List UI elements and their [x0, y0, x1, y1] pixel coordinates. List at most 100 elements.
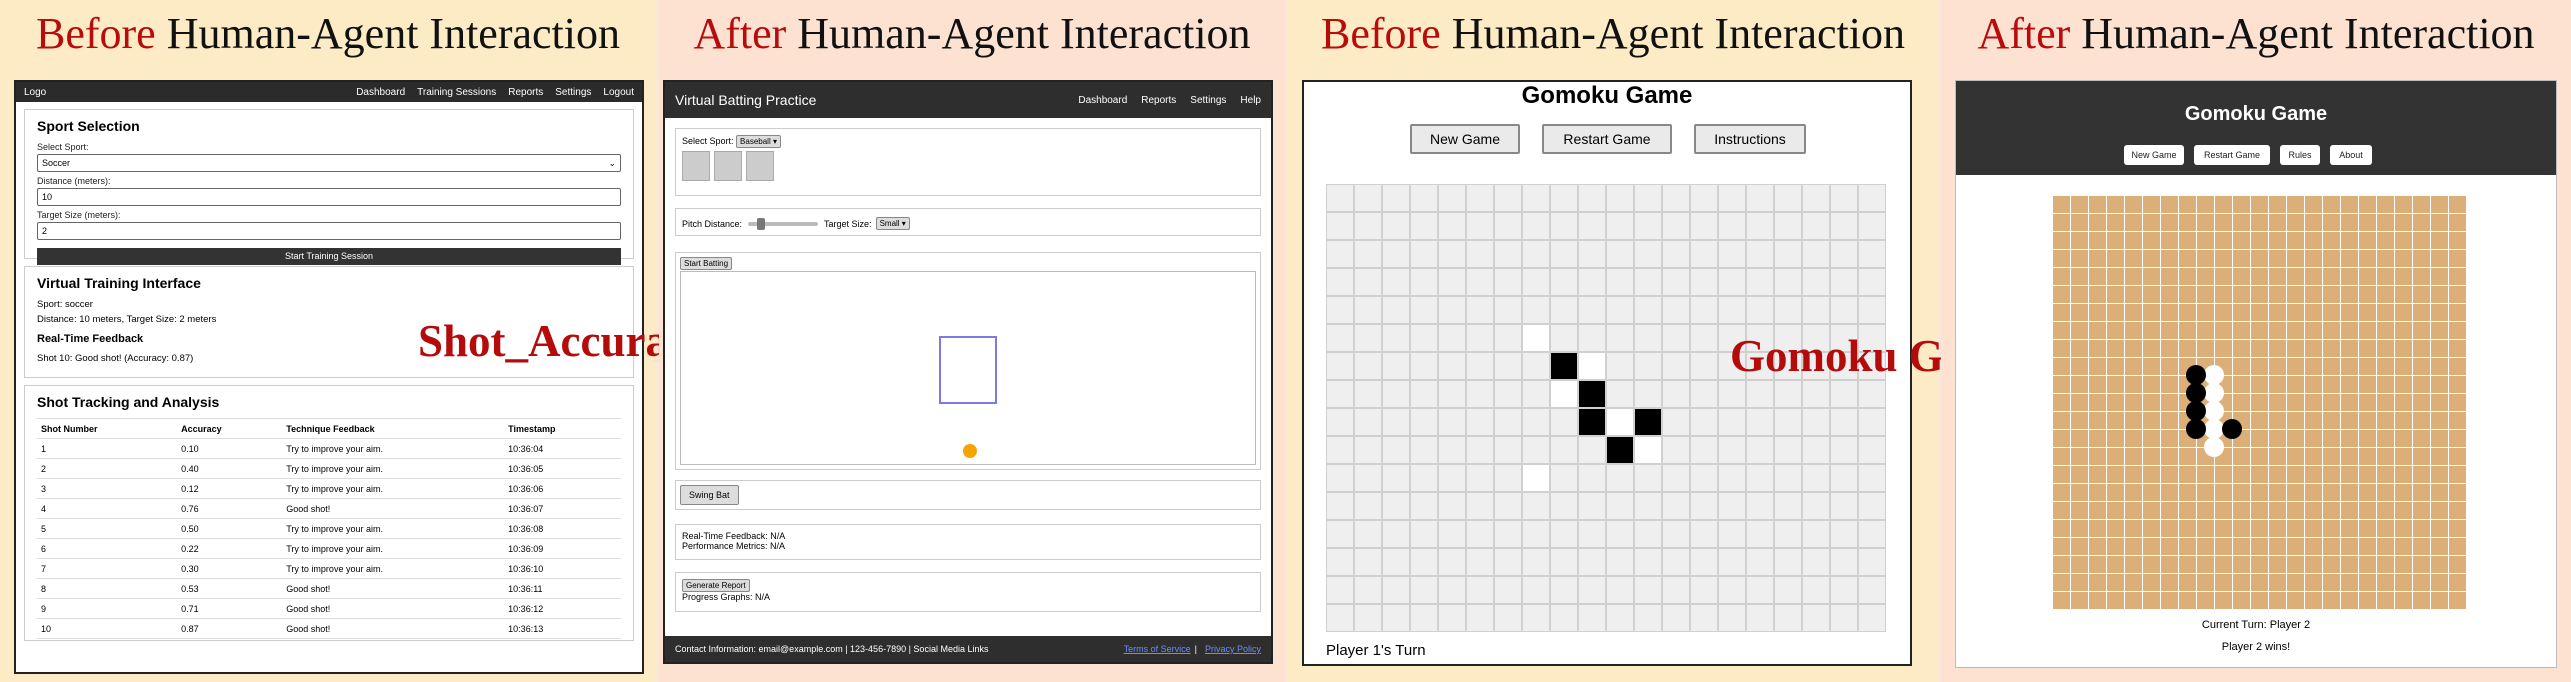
board-cell[interactable]: [1858, 576, 1886, 604]
board-cell[interactable]: [1550, 604, 1578, 632]
board-cell[interactable]: [1326, 184, 1354, 212]
board-cell[interactable]: [1550, 576, 1578, 604]
board-cell[interactable]: [1382, 492, 1410, 520]
board-cell[interactable]: [1466, 408, 1494, 436]
board-cell[interactable]: [1382, 380, 1410, 408]
black-stone[interactable]: [1634, 408, 1662, 436]
board-cell[interactable]: [1774, 492, 1802, 520]
board-cell[interactable]: [1354, 240, 1382, 268]
board-cell[interactable]: [1830, 408, 1858, 436]
board-cell[interactable]: [1634, 380, 1662, 408]
white-stone[interactable]: [1606, 408, 1634, 436]
distance-input[interactable]: 10: [37, 188, 621, 206]
board-cell[interactable]: [1550, 240, 1578, 268]
board-cell[interactable]: [1830, 576, 1858, 604]
board-cell[interactable]: [1690, 576, 1718, 604]
black-stone[interactable]: [1606, 436, 1634, 464]
board-cell[interactable]: [1690, 436, 1718, 464]
board-cell[interactable]: [1578, 268, 1606, 296]
board-cell[interactable]: [1382, 240, 1410, 268]
board-cell[interactable]: [1830, 268, 1858, 296]
board-cell[interactable]: [1550, 184, 1578, 212]
board-cell[interactable]: [1746, 408, 1774, 436]
white-stone[interactable]: [1550, 380, 1578, 408]
nav-settings[interactable]: Settings: [555, 87, 591, 98]
board-cell[interactable]: [1690, 296, 1718, 324]
board-cell[interactable]: [1522, 352, 1550, 380]
board-cell[interactable]: [1858, 380, 1886, 408]
board-cell[interactable]: [1802, 576, 1830, 604]
board-cell[interactable]: [1326, 520, 1354, 548]
board-cell[interactable]: [1494, 324, 1522, 352]
board-cell[interactable]: [1606, 576, 1634, 604]
board-cell[interactable]: [1354, 352, 1382, 380]
board-cell[interactable]: [1550, 212, 1578, 240]
board-cell[interactable]: [1802, 464, 1830, 492]
board-cell[interactable]: [1746, 604, 1774, 632]
board-cell[interactable]: [1606, 268, 1634, 296]
board-cell[interactable]: [1718, 492, 1746, 520]
board-cell[interactable]: [1326, 240, 1354, 268]
board-cell[interactable]: [1438, 352, 1466, 380]
board-cell[interactable]: [1438, 268, 1466, 296]
board-cell[interactable]: [1494, 240, 1522, 268]
board-cell[interactable]: [1718, 240, 1746, 268]
board-cell[interactable]: [1410, 408, 1438, 436]
board-cell[interactable]: [1662, 576, 1690, 604]
board-cell[interactable]: [1774, 464, 1802, 492]
board-cell[interactable]: [1746, 240, 1774, 268]
board-cell[interactable]: [1634, 492, 1662, 520]
nav-reports[interactable]: Reports: [508, 87, 543, 98]
board-cell[interactable]: [1690, 212, 1718, 240]
board-cell[interactable]: [1746, 464, 1774, 492]
board-cell[interactable]: [1550, 408, 1578, 436]
instructions-button[interactable]: Instructions: [1694, 124, 1806, 154]
board-cell[interactable]: [1606, 380, 1634, 408]
board-cell[interactable]: [1438, 492, 1466, 520]
board-cell[interactable]: [1746, 184, 1774, 212]
board-cell[interactable]: [1410, 352, 1438, 380]
board-cell[interactable]: [1438, 184, 1466, 212]
board-cell[interactable]: [1578, 464, 1606, 492]
board-cell[interactable]: [1354, 492, 1382, 520]
board-cell[interactable]: [1606, 212, 1634, 240]
board-cell[interactable]: [1354, 464, 1382, 492]
board-cell[interactable]: [1718, 268, 1746, 296]
board-cell[interactable]: [1326, 268, 1354, 296]
batting-canvas[interactable]: [680, 271, 1256, 465]
board-cell[interactable]: [1746, 268, 1774, 296]
board-cell[interactable]: [1858, 184, 1886, 212]
board-cell[interactable]: [1466, 520, 1494, 548]
board-cell[interactable]: [1718, 212, 1746, 240]
board-cell[interactable]: [1830, 492, 1858, 520]
board-cell[interactable]: [1494, 352, 1522, 380]
board-cell[interactable]: [1494, 604, 1522, 632]
board-cell[interactable]: [1802, 296, 1830, 324]
board-cell[interactable]: [1382, 548, 1410, 576]
board-cell[interactable]: [1494, 464, 1522, 492]
board-cell[interactable]: [1634, 268, 1662, 296]
board-cell[interactable]: [1410, 324, 1438, 352]
board-cell[interactable]: [1326, 604, 1354, 632]
sport-select[interactable]: Baseball ▾: [736, 135, 781, 148]
sport-select[interactable]: Soccer ⌄: [37, 154, 621, 172]
board-cell[interactable]: [1438, 520, 1466, 548]
board-cell[interactable]: [1466, 548, 1494, 576]
board-cell[interactable]: [1466, 240, 1494, 268]
board-cell[interactable]: [1774, 212, 1802, 240]
board-cell[interactable]: [1494, 576, 1522, 604]
board-cell[interactable]: [1354, 324, 1382, 352]
board-cell[interactable]: [1802, 408, 1830, 436]
board-cell[interactable]: [1494, 492, 1522, 520]
board-cell[interactable]: [1690, 324, 1718, 352]
board-cell[interactable]: [1662, 352, 1690, 380]
board-cell[interactable]: [1410, 604, 1438, 632]
board-cell[interactable]: [1326, 436, 1354, 464]
board-cell[interactable]: [1746, 548, 1774, 576]
board-cell[interactable]: [1718, 436, 1746, 464]
board-cell[interactable]: [1354, 520, 1382, 548]
board-cell[interactable]: [1662, 380, 1690, 408]
board-cell[interactable]: [1326, 576, 1354, 604]
board-cell[interactable]: [1718, 408, 1746, 436]
board-cell[interactable]: [1522, 240, 1550, 268]
